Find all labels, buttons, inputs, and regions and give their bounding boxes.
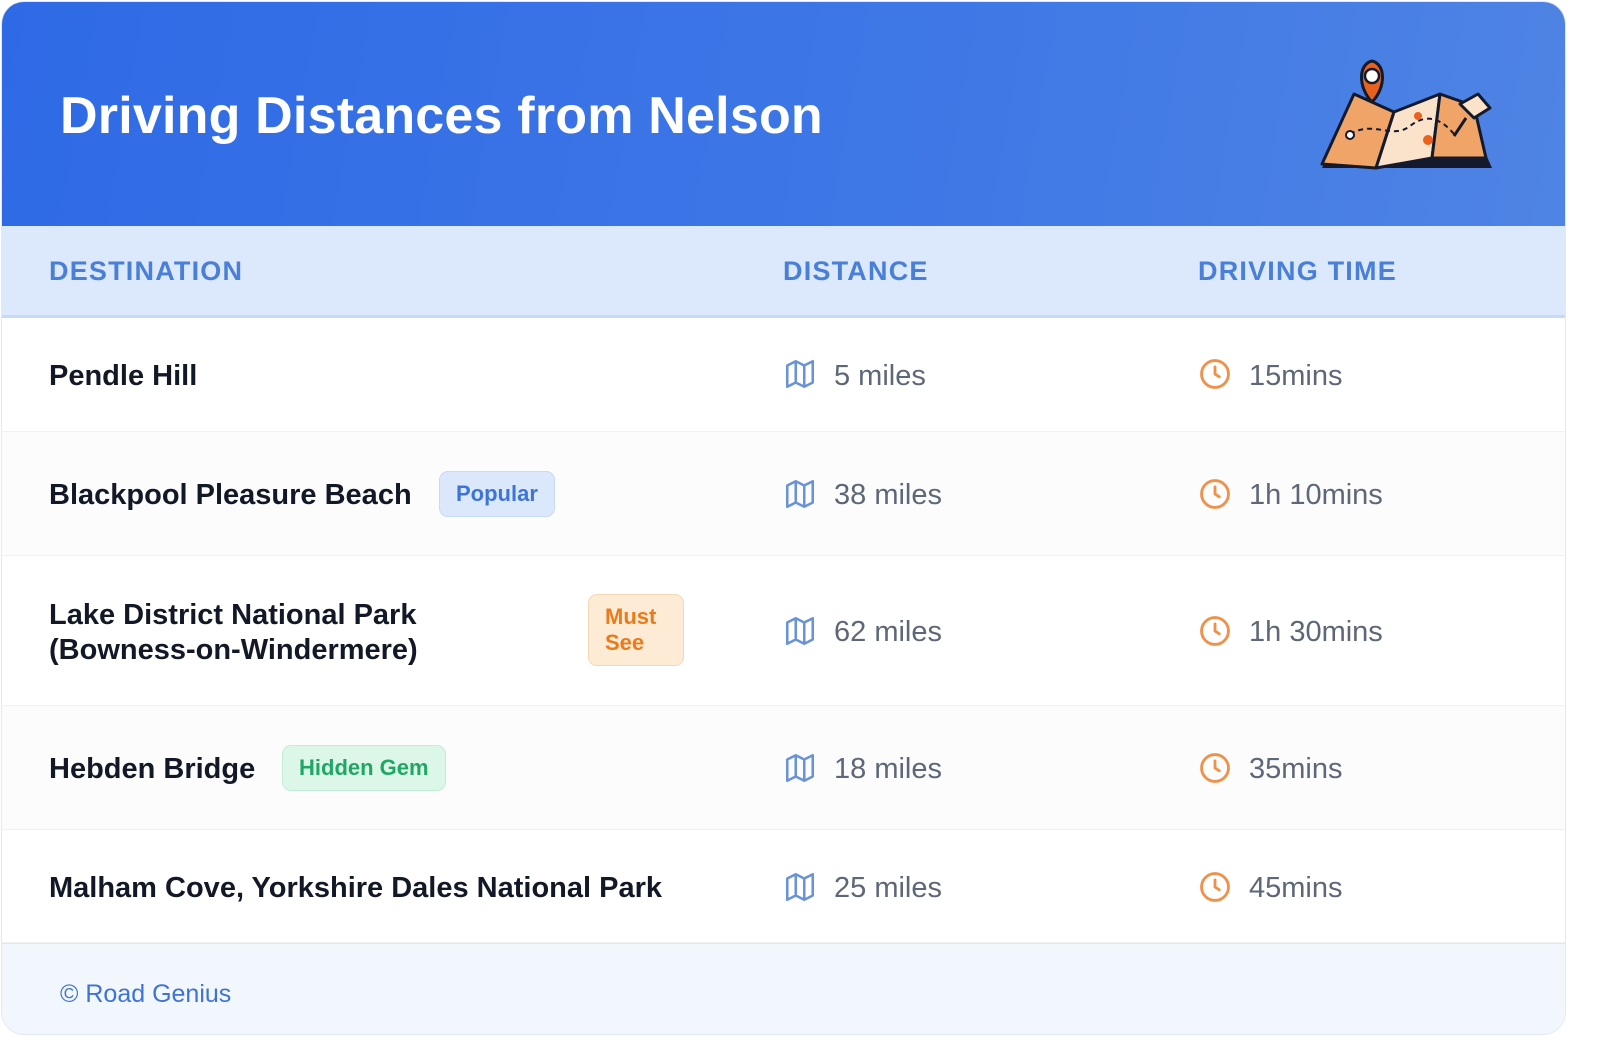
card-footer: © Road Genius bbox=[2, 943, 1565, 1034]
destination-name-line-1: Lake District National Park bbox=[49, 599, 417, 631]
table-row: Malham Cove, Yorkshire Dales National Pa… bbox=[2, 830, 1565, 943]
distance-value: 38 miles bbox=[834, 479, 942, 511]
table-row: Lake District National Park (Bowness-on-… bbox=[2, 556, 1565, 706]
popular-badge: Popular bbox=[439, 471, 555, 517]
clock-icon bbox=[1200, 872, 1230, 902]
column-header-destination: DESTINATION bbox=[49, 256, 244, 286]
driving-time-value: 35mins bbox=[1249, 753, 1343, 785]
table-header: DESTINATION DISTANCE DRIVING TIME bbox=[2, 226, 1565, 318]
driving-time-value: 1h 30mins bbox=[1249, 616, 1383, 648]
credit-text: © Road Genius bbox=[60, 980, 232, 1008]
must-see-badge: Must See bbox=[588, 594, 684, 666]
page-title: Driving Distances from Nelson bbox=[60, 87, 823, 145]
column-header-distance: DISTANCE bbox=[783, 256, 929, 286]
map-icon bbox=[785, 479, 815, 509]
map-icon bbox=[785, 872, 815, 902]
distance-value: 5 miles bbox=[834, 360, 926, 392]
driving-time-value: 45mins bbox=[1249, 872, 1343, 904]
column-header-driving-time: DRIVING TIME bbox=[1198, 256, 1397, 286]
clock-icon bbox=[1200, 479, 1230, 509]
map-icon bbox=[785, 616, 815, 646]
destination-name: Hebden Bridge bbox=[49, 753, 256, 785]
map-icon bbox=[785, 359, 815, 389]
folded-map-with-pins-icon bbox=[1320, 59, 1492, 170]
table-row: Blackpool Pleasure Beach Popular 38 mile… bbox=[2, 432, 1565, 556]
destination-name: Pendle Hill bbox=[49, 360, 198, 392]
map-icon bbox=[785, 753, 815, 783]
distance-value: 18 miles bbox=[834, 753, 942, 785]
card-header: Driving Distances from Nelson bbox=[2, 2, 1565, 226]
driving-time-value: 15mins bbox=[1249, 360, 1343, 392]
driving-time-value: 1h 10mins bbox=[1249, 479, 1383, 511]
clock-icon bbox=[1200, 753, 1230, 783]
destination-name: Malham Cove, Yorkshire Dales National Pa… bbox=[49, 872, 663, 904]
distances-card: Driving Distances from Nelson DESTINATIO… bbox=[2, 2, 1565, 1034]
destination-name-line-2: (Bowness-on-Windermere) bbox=[49, 634, 418, 666]
clock-icon bbox=[1200, 359, 1230, 389]
table-row: Pendle Hill 5 miles 15mins bbox=[2, 318, 1565, 432]
hidden-gem-badge: Hidden Gem bbox=[282, 745, 446, 791]
destination-name: Blackpool Pleasure Beach bbox=[49, 479, 412, 511]
distance-value: 25 miles bbox=[834, 872, 942, 904]
clock-icon bbox=[1200, 616, 1230, 646]
distance-value: 62 miles bbox=[834, 616, 942, 648]
table-row: Hebden Bridge Hidden Gem 18 miles 35mins bbox=[2, 706, 1565, 830]
